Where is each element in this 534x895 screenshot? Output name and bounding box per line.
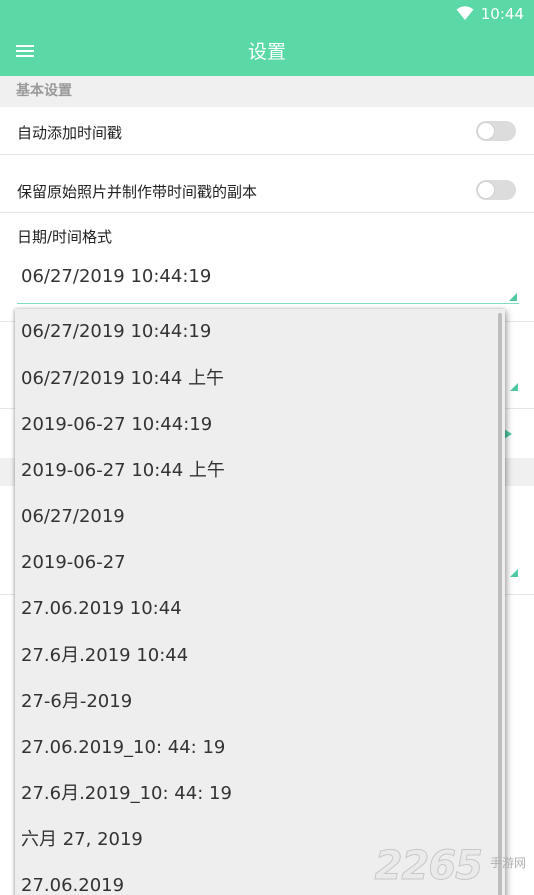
- spinner-triangle-icon: [510, 569, 518, 577]
- auto-timestamp-toggle[interactable]: [476, 121, 516, 141]
- toggle-knob: [477, 122, 495, 140]
- chevron-right-icon: [504, 429, 512, 439]
- setting-label: 自动添加时间戳: [17, 124, 123, 142]
- dropdown-option[interactable]: 27.6月.2019_10: 44: 19: [15, 771, 495, 817]
- dropdown-option[interactable]: 2019-06-27: [15, 540, 495, 586]
- status-time: 10:44: [480, 5, 524, 23]
- date-format-value: 06/27/2019 10:44:19: [21, 266, 212, 287]
- page-title: 设置: [247, 41, 286, 63]
- dropdown-option[interactable]: 27.06.2019_10: 44: 19: [15, 725, 495, 771]
- dropdown-option[interactable]: 27-6月-2019: [15, 679, 495, 725]
- watermark-text: 手游网: [489, 856, 526, 870]
- watermark-logo: 2265 手游网: [366, 843, 526, 890]
- status-bar: 10:44: [0, 0, 534, 28]
- dropdown-option[interactable]: 27.06.2019 10:44: [15, 586, 495, 632]
- setting-label: 保留原始照片并制作带时间戳的副本: [17, 183, 258, 201]
- spinner-triangle-icon: [510, 383, 518, 391]
- keep-original-toggle[interactable]: [476, 180, 516, 200]
- dropdown-option[interactable]: 06/27/2019: [15, 494, 495, 540]
- section-header-basic: 基本设置: [0, 76, 534, 107]
- setting-keep-original[interactable]: 保留原始照片并制作带时间戳的副本: [0, 155, 534, 213]
- dropdown-option[interactable]: 06/27/2019 10:44:19: [15, 309, 495, 355]
- date-format-dropdown[interactable]: 06/27/2019 10:44:19 06/27/2019 10:44 上午 …: [15, 309, 505, 895]
- toggle-knob: [477, 181, 495, 199]
- spinner-triangle-icon: [509, 293, 517, 301]
- dropdown-option[interactable]: 06/27/2019 10:44 上午: [15, 356, 495, 402]
- dropdown-scrollbar[interactable]: [498, 313, 502, 895]
- dropdown-option[interactable]: 27.6月.2019 10:44: [15, 633, 495, 679]
- wifi-icon: [456, 6, 474, 20]
- dropdown-option[interactable]: 2019-06-27 10:44 上午: [15, 448, 495, 494]
- watermark-number: 2265: [374, 843, 483, 890]
- app-toolbar: 设置: [0, 28, 534, 76]
- date-format-spinner[interactable]: 06/27/2019 10:44:19: [17, 258, 519, 304]
- dropdown-option[interactable]: 2019-06-27 10:44:19: [15, 402, 495, 448]
- setting-auto-timestamp[interactable]: 自动添加时间戳: [0, 107, 534, 155]
- date-format-label: 日期/时间格式: [17, 228, 113, 246]
